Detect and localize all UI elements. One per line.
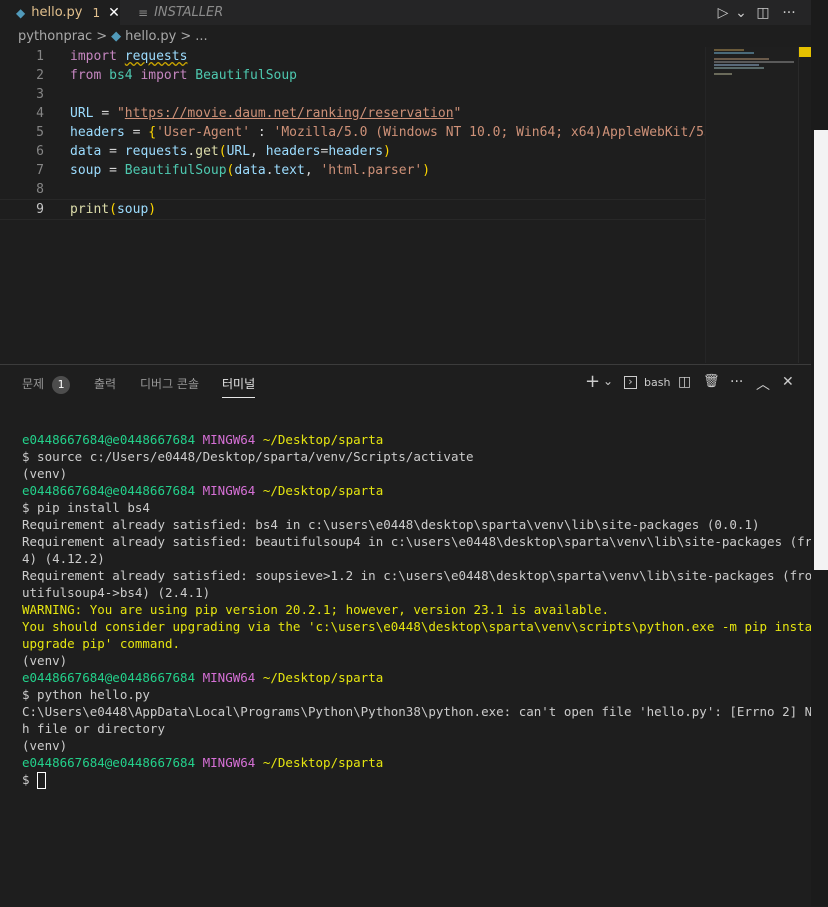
tab-label: hello.py bbox=[31, 5, 83, 20]
terminal-line: utifulsoup4->bs4) (2.4.1) bbox=[22, 585, 211, 600]
breadcrumb-symbol[interactable]: ... bbox=[195, 29, 207, 44]
line-number: 5 bbox=[36, 125, 44, 140]
code-line: import requests bbox=[70, 49, 188, 64]
line-number: 3 bbox=[36, 87, 44, 102]
terminal-warning: You should consider upgrading via the 'c… bbox=[22, 619, 828, 634]
line-number: 7 bbox=[36, 163, 44, 178]
chevron-down-icon[interactable]: ⌄ bbox=[730, 0, 752, 25]
minimap[interactable] bbox=[705, 47, 799, 363]
breadcrumb-file[interactable]: hello.py bbox=[125, 29, 176, 44]
breadcrumb: pythonprac > ◆ hello.py > ... bbox=[0, 25, 811, 47]
code-line: data = requests.get(URL, headers=headers… bbox=[70, 144, 391, 159]
terminal-prompt: e0448667684@e0448667684 MINGW64 ~/Deskto… bbox=[22, 432, 384, 447]
line-number: 8 bbox=[36, 182, 44, 197]
list-icon: ≡ bbox=[138, 5, 149, 20]
terminal-line: 4) (4.12.2) bbox=[22, 551, 105, 566]
tab-terminal[interactable]: 터미널 bbox=[222, 375, 256, 398]
bottom-panel: 문제 1 출력 디버그 콘솔 터미널 + ⌄ › bash ◫ 🗑 ··· ︿ ✕… bbox=[0, 364, 828, 907]
code-line: URL = "https://movie.daum.net/ranking/re… bbox=[70, 106, 462, 121]
more-actions-icon[interactable]: ··· bbox=[730, 374, 743, 390]
code-editor[interactable]: 1 import requests 2 from bs4 import Beauti… bbox=[0, 47, 812, 363]
terminal-input-line[interactable]: $ bbox=[22, 771, 802, 789]
problem-count-badge: 1 bbox=[92, 5, 101, 20]
close-icon[interactable]: ✕ bbox=[108, 5, 120, 21]
breadcrumb-folder[interactable]: pythonprac bbox=[18, 29, 92, 44]
chevron-right-icon: > bbox=[96, 28, 108, 44]
code-line: from bs4 import BeautifulSoup bbox=[70, 68, 297, 83]
terminal-line: $ source c:/Users/e0448/Desktop/sparta/v… bbox=[22, 449, 474, 464]
python-icon: ◆ bbox=[111, 28, 122, 44]
terminal-icon: › bbox=[624, 376, 637, 389]
line-number: 6 bbox=[36, 144, 44, 159]
terminal-line: (venv) bbox=[22, 738, 68, 753]
terminal-line: Requirement already satisfied: soupsieve… bbox=[22, 568, 828, 583]
add-terminal-icon[interactable]: + bbox=[585, 371, 600, 392]
line-number: 4 bbox=[36, 106, 44, 121]
tab-debug-console[interactable]: 디버그 콘솔 bbox=[140, 375, 199, 392]
terminal-line: $ pip install bs4 bbox=[22, 500, 150, 515]
shell-name[interactable]: bash bbox=[644, 376, 670, 389]
terminal-cursor bbox=[37, 772, 47, 789]
tab-installer[interactable]: ≡ INSTALLER bbox=[122, 0, 242, 25]
terminal-warning: upgrade pip' command. bbox=[22, 636, 181, 651]
chevron-down-icon[interactable]: ⌄ bbox=[603, 374, 613, 388]
tab-output[interactable]: 출력 bbox=[94, 375, 116, 392]
terminal-line: (venv) bbox=[22, 653, 68, 668]
close-panel-icon[interactable]: ✕ bbox=[782, 374, 794, 390]
line-number: 1 bbox=[36, 49, 44, 64]
terminal-prompt: e0448667684@e0448667684 MINGW64 ~/Deskto… bbox=[22, 755, 384, 770]
terminal-prompt: e0448667684@e0448667684 MINGW64 ~/Deskto… bbox=[22, 483, 384, 498]
tab-label: INSTALLER bbox=[154, 5, 224, 20]
terminal-prompt: e0448667684@e0448667684 MINGW64 ~/Deskto… bbox=[22, 670, 384, 685]
split-editor-icon[interactable]: ◫ bbox=[752, 0, 774, 25]
editor-tab-bar: ◆ hello.py 1 ✕ ≡ INSTALLER ▷ ⌄ ◫ ··· bbox=[0, 0, 811, 25]
tab-problems-label: 문제 bbox=[22, 377, 45, 391]
python-icon: ◆ bbox=[16, 5, 26, 20]
background-window-edge bbox=[811, 0, 828, 906]
terminal-warning: WARNING: You are using pip version 20.2.… bbox=[22, 602, 609, 617]
terminal-line: Requirement already satisfied: beautiful… bbox=[22, 534, 828, 549]
line-number: 9 bbox=[36, 202, 44, 217]
terminal-line: h file or directory bbox=[22, 721, 165, 736]
line-number: 2 bbox=[36, 68, 44, 83]
terminal-line: (venv) bbox=[22, 466, 68, 481]
more-actions-icon[interactable]: ··· bbox=[778, 0, 800, 25]
split-terminal-icon[interactable]: ◫ bbox=[678, 374, 691, 390]
problems-count-badge: 1 bbox=[52, 375, 71, 394]
scrollbar-marker bbox=[799, 47, 811, 57]
terminal-output[interactable]: e0448667684@e0448667684 MINGW64 ~/Deskto… bbox=[22, 431, 828, 789]
tab-problems[interactable]: 문제 1 bbox=[22, 375, 71, 394]
code-line: headers = {'User-Agent' : 'Mozilla/5.0 (… bbox=[70, 125, 720, 140]
terminal-line: C:\Users\e0448\AppData\Local\Programs\Py… bbox=[22, 704, 828, 719]
terminal-line: $ python hello.py bbox=[22, 687, 150, 702]
code-line: soup = BeautifulSoup(data.text, 'html.pa… bbox=[70, 163, 431, 178]
maximize-panel-icon[interactable]: ︿ bbox=[756, 374, 770, 394]
code-line: print(soup) bbox=[70, 202, 157, 217]
tab-hello-py[interactable]: ◆ hello.py 1 ✕ bbox=[0, 0, 120, 25]
trash-icon[interactable]: 🗑 bbox=[703, 374, 720, 389]
editor-scrollbar[interactable] bbox=[798, 47, 812, 363]
terminal-line: Requirement already satisfied: bs4 in c:… bbox=[22, 517, 760, 532]
chevron-right-icon: > bbox=[180, 28, 192, 44]
